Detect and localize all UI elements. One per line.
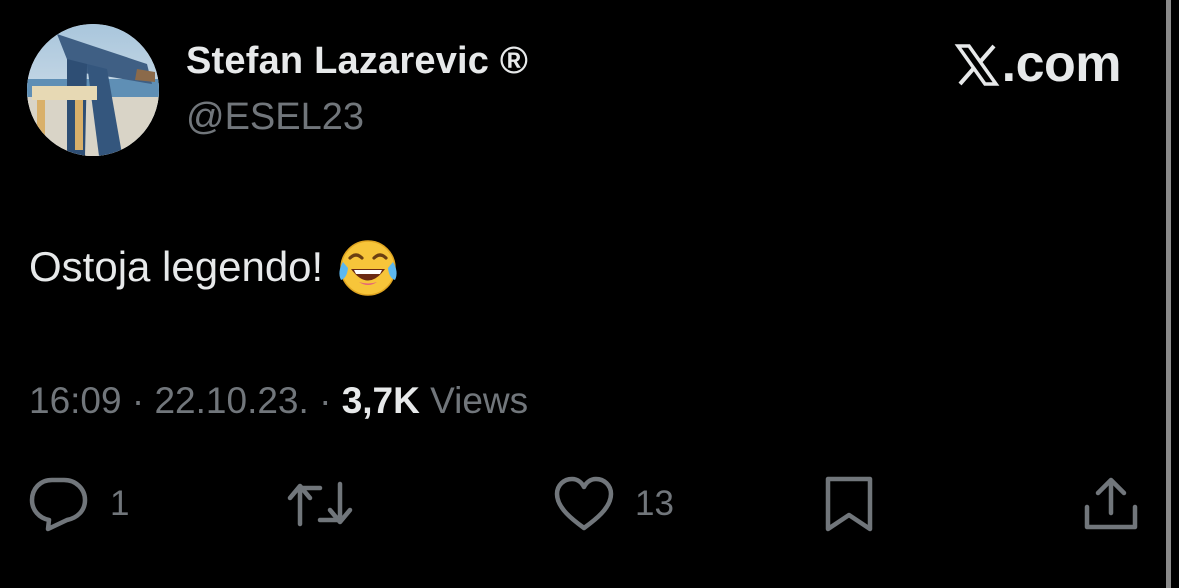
reply-icon <box>28 476 90 532</box>
brand-label: .com <box>1001 35 1122 93</box>
tweet-date[interactable]: 22.10.23. <box>154 380 308 421</box>
scrollbar[interactable] <box>1166 0 1171 588</box>
avatar[interactable] <box>27 24 159 156</box>
retweet-icon <box>286 476 354 532</box>
tweet-meta: 16:09 · 22.10.23. · 3,7K Views <box>29 380 528 422</box>
like-count: 13 <box>635 484 674 523</box>
author-handle[interactable]: @ESEL23 <box>186 96 364 139</box>
tweet-body: Ostoja legendo! <box>29 236 399 298</box>
meta-separator: · <box>319 380 332 421</box>
x-logo-icon <box>954 41 1000 87</box>
brand-logo: .com <box>954 34 1122 94</box>
like-button[interactable]: 13 <box>553 474 674 534</box>
reply-button[interactable]: 1 <box>28 474 129 534</box>
tweet-time[interactable]: 16:09 <box>29 380 122 421</box>
face-with-tears-of-joy-icon <box>337 236 399 298</box>
views-label[interactable]: Views <box>430 380 528 421</box>
author-display-name[interactable]: Stefan Lazarevic ® <box>186 40 528 83</box>
retweet-button[interactable] <box>286 474 354 534</box>
tweet-text: Ostoja legendo! <box>29 243 324 290</box>
heart-icon <box>553 476 615 532</box>
bookmark-button[interactable] <box>820 474 878 534</box>
share-icon <box>1082 475 1140 533</box>
reply-count: 1 <box>110 484 130 523</box>
views-count[interactable]: 3,7K <box>342 380 420 421</box>
bookmark-icon <box>820 475 878 533</box>
share-button[interactable] <box>1082 474 1140 534</box>
meta-separator: · <box>131 380 145 421</box>
